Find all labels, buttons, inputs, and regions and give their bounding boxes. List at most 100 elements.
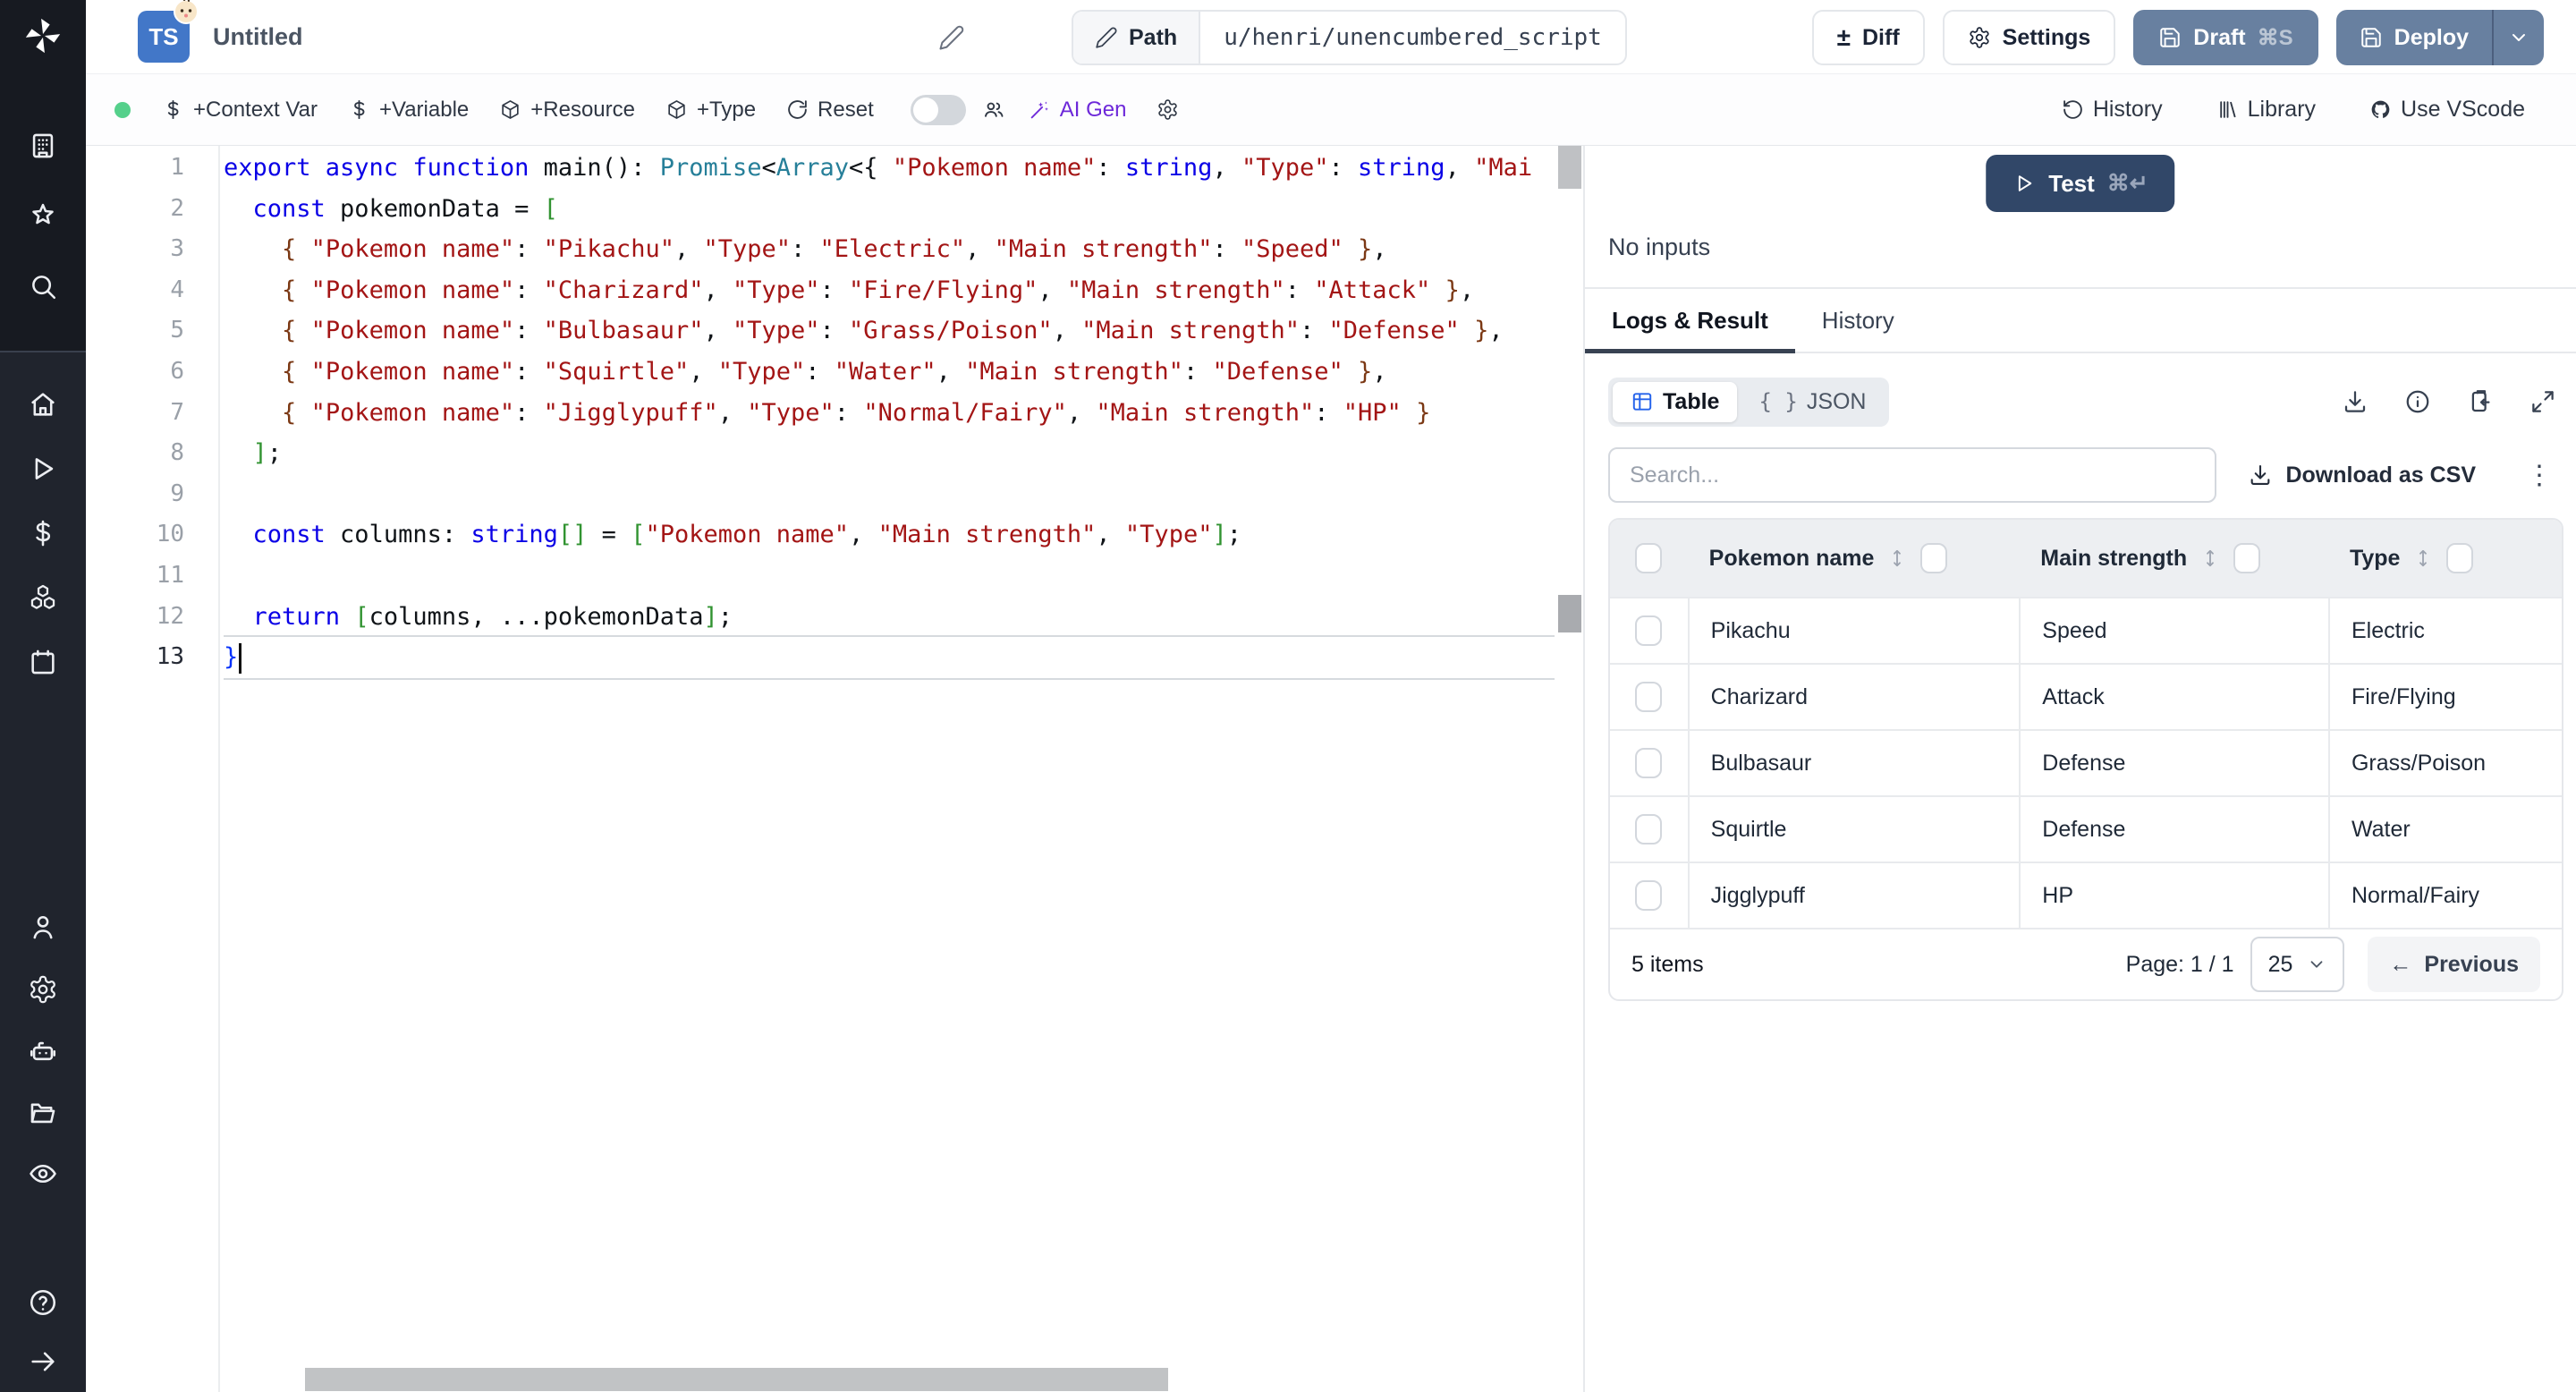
row-checkbox[interactable]	[1635, 748, 1663, 778]
tab-history[interactable]: History	[1795, 289, 1921, 352]
expand-sidebar-arrow-icon[interactable]	[0, 1337, 86, 1387]
variables-dollar-icon[interactable]	[0, 508, 86, 558]
cell-main-strength: Defense	[2019, 731, 2328, 795]
help-icon[interactable]	[0, 1277, 86, 1328]
home-icon[interactable]	[0, 379, 86, 429]
no-inputs-label: No inputs	[1608, 233, 1711, 260]
cell-pokemon-name: Bulbasaur	[1687, 731, 2020, 795]
copy-clipboard-icon[interactable]	[2467, 388, 2494, 415]
braces-icon: { }	[1758, 389, 1798, 414]
test-button[interactable]: Test ⌘↵	[1986, 155, 2175, 212]
row-checkbox[interactable]	[1635, 814, 1663, 845]
plus-minus-icon: ±	[1836, 23, 1851, 51]
previous-page-button[interactable]: ← Previous	[2368, 937, 2540, 992]
add-variable-button[interactable]: +Variable	[333, 98, 484, 123]
search-input[interactable]	[1608, 447, 2216, 503]
resources-cubes-icon[interactable]	[0, 573, 86, 623]
view-mode-switch: Table { } JSON	[1608, 377, 1889, 427]
chevron-down-icon	[2512, 34, 2525, 41]
sort-icon[interactable]	[2412, 547, 2434, 569]
draft-button[interactable]: Draft ⌘S	[2133, 10, 2318, 65]
code-lines: export async function main(): Promise<Ar…	[224, 148, 1555, 678]
select-all-checkbox[interactable]	[1635, 543, 1663, 573]
sidebar-divider	[0, 351, 86, 352]
column-toggle[interactable]	[1920, 543, 1948, 573]
sort-icon[interactable]	[1886, 547, 1908, 569]
column-toggle[interactable]	[2233, 543, 2261, 573]
row-checkbox[interactable]	[1635, 615, 1663, 646]
json-view-button[interactable]: { } JSON	[1741, 382, 1884, 422]
workers-robot-icon[interactable]	[0, 1027, 86, 1077]
arrow-left-icon: ←	[2389, 951, 2412, 977]
favorites-star-icon[interactable]	[0, 191, 86, 241]
table-header: Pokemon name Main strength Type	[1610, 520, 2562, 597]
download-as-csv-button[interactable]: Download as CSV	[2248, 463, 2476, 488]
tab-logs-result[interactable]: Logs & Result	[1585, 289, 1795, 353]
scrollbar-thumb[interactable]	[305, 1368, 1168, 1391]
status-dot	[114, 101, 131, 118]
editor-gutter: 1 2 3 4 5 6 7 8 9 10 11 12 13	[156, 154, 184, 671]
add-resource-button[interactable]: +Resource	[484, 98, 650, 123]
users-person-icon[interactable]	[0, 902, 86, 952]
dollar-icon	[353, 99, 365, 120]
column-toggle[interactable]	[2446, 543, 2474, 573]
cell-type: Water	[2327, 797, 2562, 862]
overview-cursor-marker	[1558, 595, 1581, 632]
path-field[interactable]: Path u/henri/unencumbered_script	[1072, 10, 1627, 65]
settings-button[interactable]: Settings	[1942, 10, 2116, 65]
dollar-icon	[167, 99, 179, 120]
info-icon[interactable]	[2404, 388, 2431, 415]
ai-gen-button[interactable]: AI Gen	[1013, 98, 1142, 123]
sort-icon[interactable]	[2199, 547, 2221, 569]
library-button[interactable]: Library	[2201, 97, 2331, 123]
deploy-button[interactable]: Deploy	[2336, 10, 2492, 65]
kebab-menu-icon[interactable]: ⋮	[2517, 460, 2562, 491]
library-icon	[2219, 101, 2236, 118]
cell-main-strength: Speed	[2019, 598, 2328, 663]
cell-type: Normal/Fairy	[2327, 863, 2562, 928]
editor-vertical-scrollbar[interactable]	[1558, 146, 1581, 1392]
multiplayer-users-icon[interactable]	[973, 98, 1013, 121]
row-checkbox[interactable]	[1635, 880, 1663, 911]
test-shortcut: ⌘↵	[2106, 171, 2148, 196]
diff-button[interactable]: ± Diff	[1811, 10, 1925, 65]
editor-settings-gear-icon[interactable]	[1141, 98, 1194, 121]
history-button[interactable]: History	[2046, 97, 2178, 123]
add-type-button[interactable]: +Type	[650, 98, 771, 123]
items-count: 5 items	[1631, 951, 1704, 977]
add-context-var-button[interactable]: +Context Var	[147, 98, 333, 123]
reset-button[interactable]: Reset	[771, 98, 889, 123]
chevron-down-icon	[2310, 961, 2323, 968]
download-result-icon[interactable]	[2342, 388, 2368, 415]
edit-title-pencil-icon[interactable]	[934, 20, 970, 55]
diff-mode-toggle[interactable]	[910, 94, 966, 125]
github-icon	[2371, 100, 2390, 118]
workspace-icon[interactable]	[0, 121, 86, 171]
audit-eye-icon[interactable]	[0, 1149, 86, 1199]
code-editor[interactable]: 1 2 3 4 5 6 7 8 9 10 11 12 13 export async function …	[86, 146, 1583, 1392]
editor-horizontal-scrollbar[interactable]	[219, 1367, 1583, 1392]
page-size-select[interactable]: 25	[2250, 937, 2345, 992]
preview-panel: Test ⌘↵ No inputs Logs & Result History …	[1583, 146, 2576, 1392]
draft-shortcut: ⌘S	[2257, 25, 2293, 50]
deploy-dropdown-button[interactable]	[2494, 10, 2544, 65]
windmill-logo[interactable]	[0, 9, 86, 63]
scrollbar-thumb[interactable]	[1558, 146, 1581, 189]
settings-gear-icon[interactable]	[0, 964, 86, 1014]
row-checkbox[interactable]	[1635, 682, 1663, 712]
header: TS Untitled Path u/henri/unencumbered_sc…	[86, 0, 2576, 74]
cell-pokemon-name: Squirtle	[1687, 797, 2020, 862]
reset-icon	[788, 100, 807, 119]
use-vscode-button[interactable]: Use VScode	[2354, 97, 2540, 123]
column-label: Pokemon name	[1708, 545, 1875, 571]
gutter-separator	[218, 146, 220, 1392]
runs-play-icon[interactable]	[0, 444, 86, 494]
path-value: u/henri/unencumbered_script	[1224, 24, 1602, 51]
cell-main-strength: Attack	[2019, 665, 2328, 729]
folders-icon[interactable]	[0, 1088, 86, 1138]
search-icon[interactable]	[0, 261, 86, 311]
table-view-button[interactable]: Table	[1613, 381, 1738, 422]
schedules-calendar-icon[interactable]	[0, 637, 86, 687]
app-window: TS Untitled Path u/henri/unencumbered_sc…	[0, 0, 2576, 1392]
expand-fullscreen-icon[interactable]	[2529, 388, 2556, 415]
